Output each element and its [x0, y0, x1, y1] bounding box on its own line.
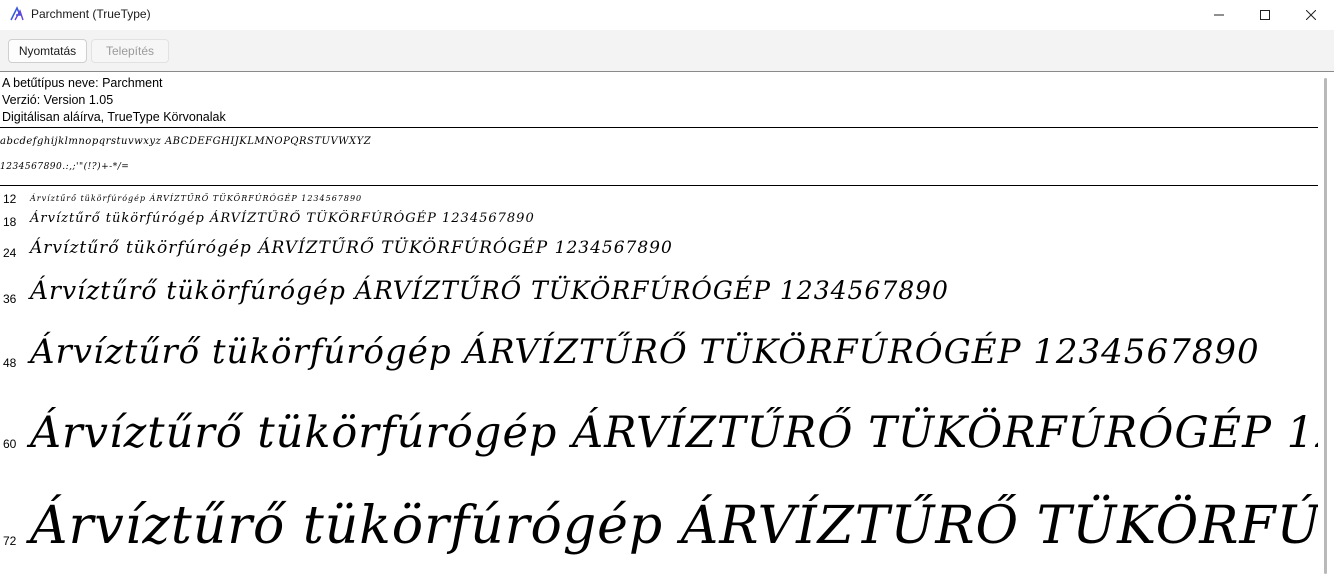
minimize-button[interactable] — [1196, 0, 1242, 30]
font-signature-line: Digitálisan aláírva, TrueType Körvonalak — [2, 110, 226, 124]
print-button[interactable]: Nyomtatás — [8, 39, 87, 63]
font-preview-pane: A betűtípus neve: Parchment Verzió: Vers… — [0, 71, 1334, 582]
close-button[interactable] — [1288, 0, 1334, 30]
size-label: 60 — [3, 437, 17, 451]
toolbar: Nyomtatás Telepítés — [0, 30, 1334, 71]
sample-row-24: 24 Árvíztűrő tükörfúrógép ÁRVÍZTŰRŐ TÜKÖ… — [0, 234, 1318, 266]
size-label: 48 — [3, 356, 17, 370]
divider — [0, 127, 1318, 128]
install-button[interactable]: Telepítés — [91, 39, 169, 63]
sample-row-60: 60 Árvíztűrő tükörfúrógép ÁRVÍZTŰRŐ TÜKÖ… — [0, 392, 1318, 484]
vertical-scrollbar[interactable] — [1318, 72, 1334, 582]
size-label: 24 — [3, 246, 17, 260]
font-app-icon — [10, 6, 24, 21]
sample-row-18: 18 Árvíztűrő tükörfúrógép ÁRVÍZTŰRŐ TÜKÖ… — [0, 210, 1318, 234]
size-label: 72 — [3, 534, 17, 548]
size-label: 12 — [3, 192, 17, 206]
sample-text: Árvíztűrő tükörfúrógép ÁRVÍZTŰRŐ TÜKÖRFÚ… — [30, 496, 1318, 556]
divider — [0, 185, 1318, 186]
scrollbar-thumb[interactable] — [1324, 78, 1327, 574]
size-label: 18 — [3, 215, 17, 229]
charset-line-2: 1234567890.:,;'"(!?)+-*/= — [0, 162, 130, 172]
charset-line-1: abcdefghijklmnopqrstuvwxyz ABCDEFGHIJKLM… — [0, 136, 372, 147]
sample-row-48: 48 Árvíztűrő tükörfúrógép ÁRVÍZTŰRŐ TÜKÖ… — [0, 318, 1318, 392]
title-bar: Parchment (TrueType) — [0, 0, 1334, 30]
size-label: 36 — [3, 292, 17, 306]
font-version-line: Verzió: Version 1.05 — [2, 93, 114, 107]
sample-text: Árvíztűrő tükörfúrógép ÁRVÍZTŰRŐ TÜKÖRFÚ… — [30, 408, 1318, 458]
maximize-button[interactable] — [1242, 0, 1288, 30]
sample-text: Árvíztűrő tükörfúrógép ÁRVÍZTŰRŐ TÜKÖRFÚ… — [30, 211, 535, 226]
maximize-icon — [1260, 10, 1270, 20]
sample-row-72: 72 Árvíztűrő tükörfúrógép ÁRVÍZTŰRŐ TÜKÖ… — [0, 484, 1318, 582]
close-icon — [1306, 10, 1316, 20]
font-name-line: A betűtípus neve: Parchment — [2, 76, 163, 90]
font-info: A betűtípus neve: Parchment Verzió: Vers… — [2, 75, 226, 126]
sample-text: Árvíztűrő tükörfúrógép ÁRVÍZTŰRŐ TÜKÖRFÚ… — [30, 238, 673, 258]
sample-text: Árvíztűrő tükörfúrógép ÁRVÍZTŰRŐ TÜKÖRFÚ… — [30, 332, 1260, 372]
sample-row-12: 12 Árvíztűrő tükörfúrógép ÁRVÍZTŰRŐ TÜKÖ… — [0, 190, 1318, 210]
window-title: Parchment (TrueType) — [31, 7, 151, 21]
sample-text: Árvíztűrő tükörfúrógép ÁRVÍZTŰRŐ TÜKÖRFÚ… — [30, 194, 363, 203]
sample-row-36: 36 Árvíztűrő tükörfúrógép ÁRVÍZTŰRŐ TÜKÖ… — [0, 266, 1318, 318]
minimize-icon — [1214, 14, 1224, 16]
sample-text: Árvíztűrő tükörfúrógép ÁRVÍZTŰRŐ TÜKÖRFÚ… — [30, 276, 949, 305]
